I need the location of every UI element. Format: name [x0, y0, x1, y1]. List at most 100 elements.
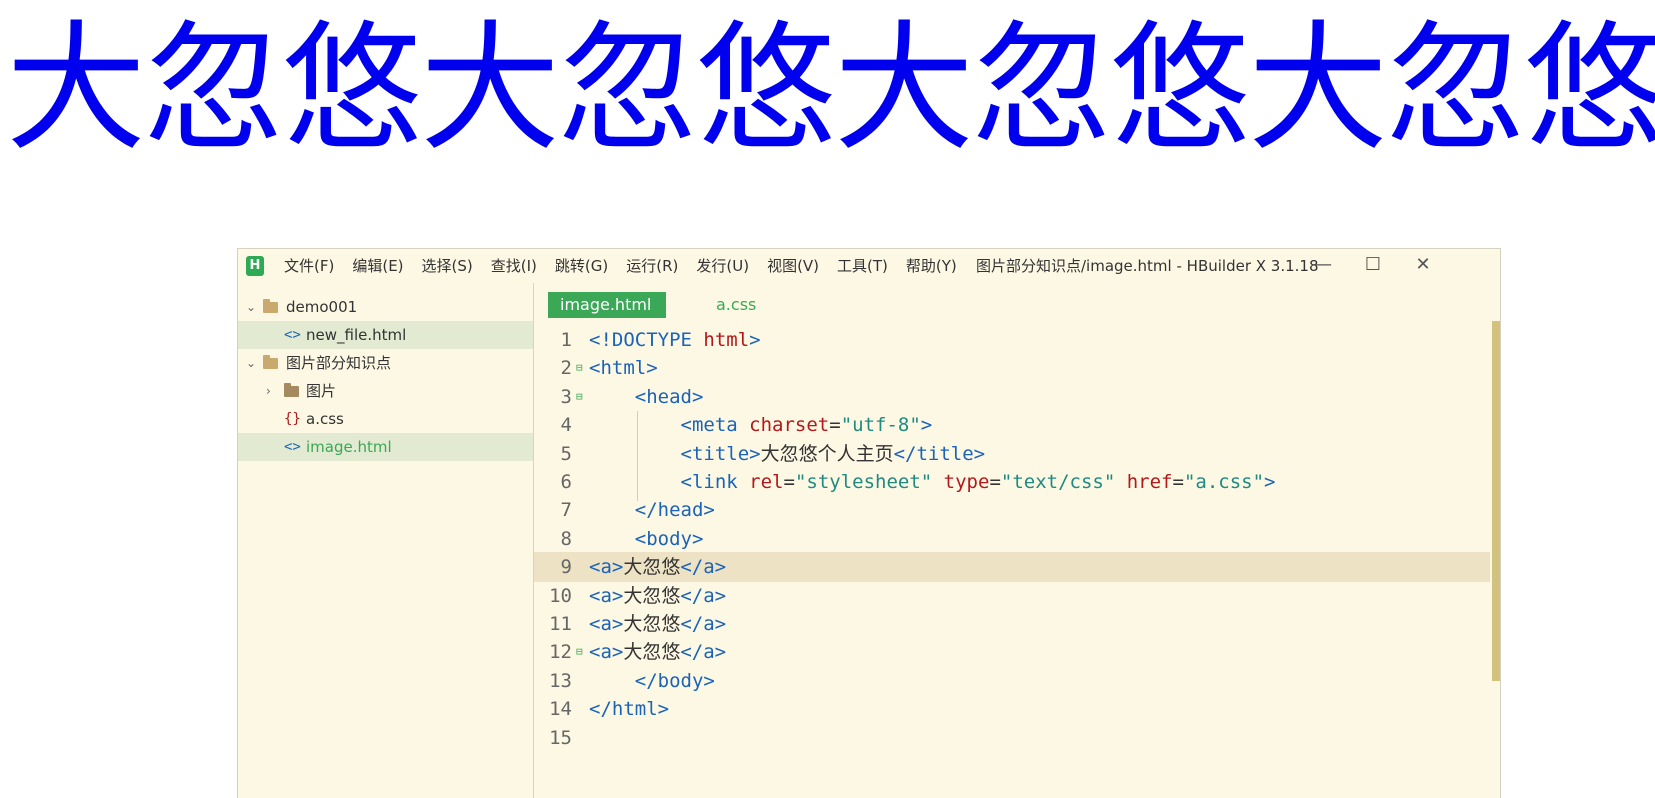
html-file-icon: <>	[284, 327, 301, 343]
code-text: </head>	[589, 495, 715, 525]
fold-toggle-icon[interactable]: ⊟	[576, 382, 583, 412]
chevron-right-icon[interactable]: ›	[266, 377, 271, 405]
menu-select[interactable]: 选择(S)	[422, 249, 473, 283]
code-token: <head>	[634, 385, 704, 408]
menu-file[interactable]: 文件(F)	[284, 249, 334, 283]
code-token: "stylesheet"	[794, 471, 933, 493]
code-token: <title>	[680, 442, 761, 465]
tab-image-html[interactable]: image.html	[548, 292, 666, 318]
code-text: <a>大忽悠</a>	[589, 552, 726, 582]
tab-a-css[interactable]: a.css	[704, 292, 768, 318]
code-token: <a>	[589, 641, 624, 664]
code-line[interactable]: 2 ⊟ <html>	[534, 353, 1490, 383]
code-line[interactable]: 6 <link rel="stylesheet" type="text/css"…	[534, 467, 1490, 497]
code-token: </a>	[680, 641, 727, 664]
code-line[interactable]: 9 <a>大忽悠</a>	[534, 552, 1490, 583]
code-text: </body>	[589, 666, 715, 696]
code-line[interactable]: 11 <a>大忽悠</a>	[534, 609, 1490, 639]
code-token: </a>	[680, 556, 727, 579]
code-token: <a>	[589, 556, 624, 579]
code-token: 大忽悠	[623, 556, 681, 579]
window-title: 图片部分知识点/image.html - HBuilder X 3.1.18	[976, 257, 1319, 275]
fold-toggle-icon[interactable]: ⊟	[576, 353, 583, 383]
code-line[interactable]: 8 <body>	[534, 524, 1490, 554]
line-number: 13	[549, 669, 572, 692]
css-file-icon: {}	[284, 411, 301, 427]
code-token: html	[703, 329, 750, 351]
code-text: <meta charset="utf-8">	[589, 410, 933, 440]
code-token: >	[1264, 471, 1276, 493]
line-number: 2	[560, 357, 572, 380]
code-line[interactable]: 7 </head>	[534, 495, 1490, 525]
code-token: </a>	[680, 613, 727, 635]
code-token: <link	[680, 471, 750, 493]
menu-bar: 文件(F) 编辑(E) 选择(S) 查找(I) 跳转(G) 运行(R) 发行(U…	[284, 249, 975, 283]
code-text: <head>	[589, 382, 704, 412]
line-number: 9	[560, 556, 572, 579]
editor-tabs: image.html a.css	[534, 283, 1500, 321]
tree-item-a-css[interactable]: {} a.css	[238, 405, 533, 433]
tree-item-new-file-html[interactable]: <> new_file.html	[238, 321, 533, 349]
tree-item-label: a.css	[306, 410, 344, 428]
tree-item-label: 图片部分知识点	[286, 354, 392, 372]
menu-goto[interactable]: 跳转(G)	[555, 249, 608, 283]
fold-toggle-icon[interactable]: ⊟	[576, 637, 583, 667]
tree-item-image-project[interactable]: ⌄ 图片部分知识点	[238, 349, 533, 377]
code-token: rel	[749, 471, 784, 493]
code-line[interactable]: 3 ⊟ <head>	[534, 382, 1490, 412]
code-line[interactable]: 10 <a>大忽悠</a>	[534, 581, 1490, 611]
code-line[interactable]: 4 <meta charset="utf-8">	[534, 410, 1490, 440]
vertical-scrollbar[interactable]	[1492, 321, 1500, 681]
menu-edit[interactable]: 编辑(E)	[352, 249, 403, 283]
code-token: </html>	[589, 698, 670, 721]
minimize-button[interactable]: —	[1298, 249, 1348, 283]
title-bar: H 文件(F) 编辑(E) 选择(S) 查找(I) 跳转(G) 运行(R) 发行…	[238, 249, 1500, 283]
code-line[interactable]: 12 ⊟ <a>大忽悠</a>	[534, 637, 1490, 667]
tree-item-label: 图片	[306, 382, 337, 400]
code-line[interactable]: 15	[534, 723, 1490, 753]
code-token: charset	[749, 414, 830, 437]
tree-item-image-html[interactable]: <> image.html	[238, 433, 533, 461]
tree-item-label: demo001	[286, 298, 358, 316]
menu-tools[interactable]: 工具(T)	[837, 249, 888, 283]
menu-publish[interactable]: 发行(U)	[696, 249, 749, 283]
code-token: <!DOCTYPE	[589, 329, 704, 351]
chevron-down-icon[interactable]: ⌄	[246, 349, 256, 377]
menu-run[interactable]: 运行(R)	[626, 249, 678, 283]
code-line[interactable]: 13 </body>	[534, 666, 1490, 696]
code-token: <a>	[589, 613, 624, 635]
code-text: <a>大忽悠</a>	[589, 609, 726, 639]
code-line[interactable]: 1 <!DOCTYPE html>	[534, 325, 1490, 355]
close-button[interactable]: ✕	[1398, 249, 1448, 283]
line-number: 15	[549, 726, 572, 749]
maximize-button[interactable]: ☐	[1348, 249, 1398, 283]
tree-item-images-folder[interactable]: › 图片	[238, 377, 533, 405]
code-token: </head>	[634, 499, 715, 522]
tree-item-label: image.html	[306, 438, 392, 456]
code-line[interactable]: 14 </html>	[534, 694, 1490, 724]
code-text: <title>大忽悠个人主页</title>	[589, 439, 986, 469]
project-folder-icon	[263, 355, 278, 369]
chevron-down-icon[interactable]: ⌄	[246, 293, 256, 321]
menu-find[interactable]: 查找(I)	[491, 249, 537, 283]
project-explorer: ⌄ demo001 <> new_file.html ⌄ 图片部分知识点 › 图…	[238, 283, 534, 798]
line-number: 11	[549, 613, 572, 635]
code-token: =	[1172, 471, 1184, 493]
code-token: </body>	[634, 669, 715, 692]
code-token: >	[749, 329, 761, 351]
code-editor[interactable]: 1 <!DOCTYPE html> 2 ⊟ <html> 3 ⊟ <head> 4 <meta…	[534, 321, 1500, 798]
code-line[interactable]: 5 <title>大忽悠个人主页</title>	[534, 439, 1490, 469]
hbuilder-window: H 文件(F) 编辑(E) 选择(S) 查找(I) 跳转(G) 运行(R) 发行…	[237, 248, 1501, 798]
menu-view[interactable]: 视图(V)	[767, 249, 819, 283]
line-number: 5	[560, 442, 572, 465]
code-token: <html>	[589, 357, 658, 380]
tree-item-demo001[interactable]: ⌄ demo001	[238, 293, 533, 321]
line-number: 12	[549, 641, 572, 664]
menu-help[interactable]: 帮助(Y)	[906, 249, 957, 283]
code-text: <a>大忽悠</a>	[589, 637, 726, 667]
